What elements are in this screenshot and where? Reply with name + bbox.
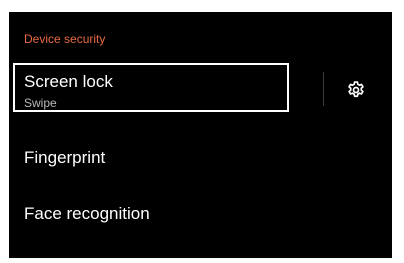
section-header-device-security: Device security <box>24 32 106 46</box>
screen-lock-settings-button[interactable] <box>341 75 371 105</box>
device-security-screen: Device security Screen lock Swipe Finger… <box>9 12 392 258</box>
screen-lock-row[interactable]: Screen lock Swipe <box>9 53 392 123</box>
fingerprint-title: Fingerprint <box>24 148 106 167</box>
screen-lock-title: Screen lock <box>24 72 113 91</box>
face-recognition-row[interactable]: Face recognition <box>9 194 392 234</box>
screen-lock-summary: Swipe <box>24 96 57 110</box>
fingerprint-row[interactable]: Fingerprint <box>9 138 392 178</box>
gear-icon <box>348 81 364 98</box>
face-recognition-title: Face recognition <box>24 204 150 223</box>
vertical-divider <box>323 72 324 106</box>
